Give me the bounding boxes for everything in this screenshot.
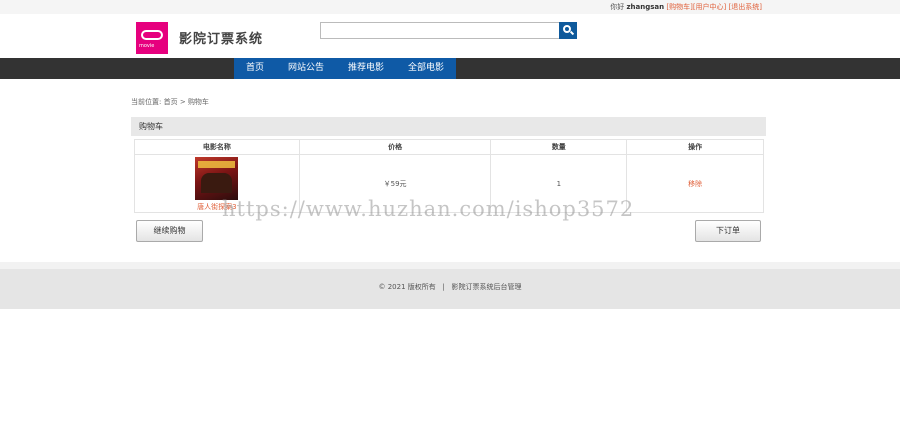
nav-item-all-movies[interactable]: 全部电影 (396, 58, 456, 79)
breadcrumb-separator: > (179, 98, 186, 106)
column-header-movie: 电影名称 (134, 139, 300, 155)
column-header-quantity: 数量 (490, 139, 628, 155)
poster-figures (201, 173, 233, 193)
greeting-text: 你好 (610, 3, 625, 11)
column-header-action: 操作 (626, 139, 764, 155)
breadcrumb-home[interactable]: 首页 (164, 98, 178, 106)
watermark-text: https://www.huzhan.com/ishop3572 (222, 197, 635, 221)
footer-separator: | (442, 283, 445, 291)
breadcrumb: 当前位置: 首页 > 购物车 (131, 97, 209, 107)
logout-link[interactable]: [退出系统] (729, 3, 762, 11)
column-header-price: 价格 (298, 139, 492, 155)
username: zhangsan (626, 3, 665, 11)
nav-item-recommended[interactable]: 推荐电影 (336, 58, 396, 79)
nav-group: 首页 网站公告 推荐电影 全部电影 (234, 58, 456, 79)
search-input[interactable] (320, 22, 560, 39)
remove-button[interactable]: 移除 (688, 180, 702, 188)
header: movie 影院订票系统 (0, 14, 900, 58)
user-center-link[interactable]: [用户中心] (693, 3, 726, 11)
search-icon-handle (569, 30, 575, 36)
breadcrumb-current: 购物车 (187, 98, 209, 106)
site-logo[interactable]: movie (136, 22, 168, 54)
table-header-row: 电影名称 价格 数量 操作 (134, 139, 764, 155)
site-title: 影院订票系统 (179, 32, 264, 47)
cart-panel-title: 购物车 (131, 117, 766, 136)
poster-title-band (198, 161, 236, 168)
logo-text: movie (139, 43, 155, 49)
main-nav: 首页 网站公告 推荐电影 全部电影 (0, 58, 900, 79)
continue-shopping-button[interactable]: 继续购物 (136, 220, 203, 242)
cart-link[interactable]: [购物车] (666, 3, 692, 11)
search-button[interactable] (559, 22, 577, 39)
nav-item-home[interactable]: 首页 (234, 58, 276, 79)
place-order-button[interactable]: 下订单 (695, 220, 761, 242)
nav-item-announcements[interactable]: 网站公告 (276, 58, 336, 79)
footer-copyright: © 2021 版权所有 (378, 283, 436, 291)
footer: © 2021 版权所有 | 影院订票系统后台管理 (0, 269, 900, 309)
movie-poster[interactable] (195, 157, 239, 200)
user-links: 你好 zhangsan [购物车][用户中心] [退出系统] (610, 2, 762, 12)
infinity-icon (141, 30, 163, 40)
footer-divider (0, 262, 900, 269)
breadcrumb-prefix: 当前位置: (131, 98, 162, 106)
footer-admin-link[interactable]: 影院订票系统后台管理 (452, 283, 522, 291)
action-cell: 移除 (626, 154, 764, 213)
top-bar: 你好 zhangsan [购物车][用户中心] [退出系统] (0, 0, 900, 14)
